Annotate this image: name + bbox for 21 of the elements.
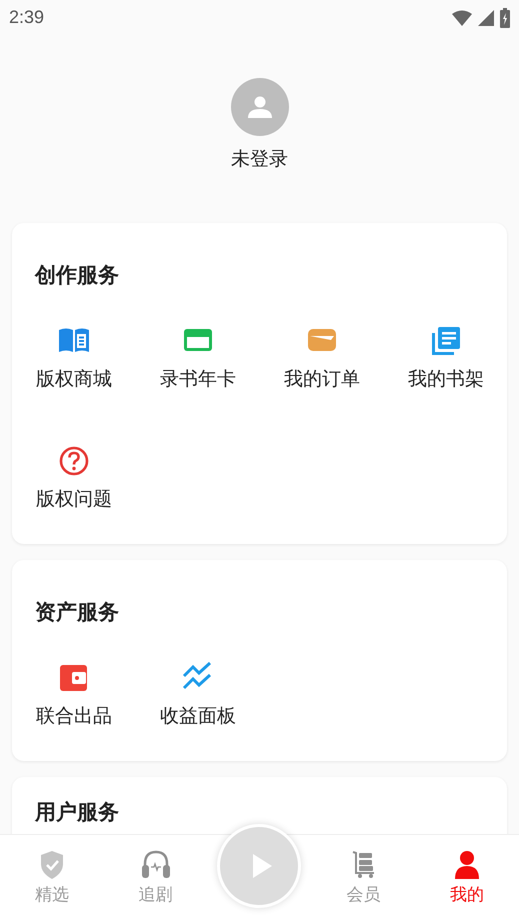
login-status-text[interactable]: 未登录 [231,146,288,172]
section-title: 资产服务 [34,599,120,625]
nav-tab[interactable]: 我的 [415,835,519,922]
service-item[interactable]: 我的书架 [384,324,508,392]
wifi-icon [452,10,472,26]
service-item[interactable]: 录书年卡 [136,324,260,392]
signal-icon [478,10,494,26]
play-icon [250,853,272,879]
service-item[interactable]: 联合出品 [12,661,136,729]
section-title: 用户服务 [34,799,120,825]
headphones-icon [140,849,171,881]
service-item[interactable]: 版权问题 [12,444,136,512]
help-icon [57,444,91,478]
service-item[interactable]: 收益面板 [136,661,260,729]
avatar-icon [230,78,288,136]
battery-icon [500,8,510,28]
service-item[interactable]: 版权商城 [12,324,136,392]
section-title: 创作服务 [34,262,120,288]
document-stack-icon [429,324,463,358]
status-time: 2:39 [9,7,44,28]
service-item[interactable]: 我的订单 [260,324,384,392]
